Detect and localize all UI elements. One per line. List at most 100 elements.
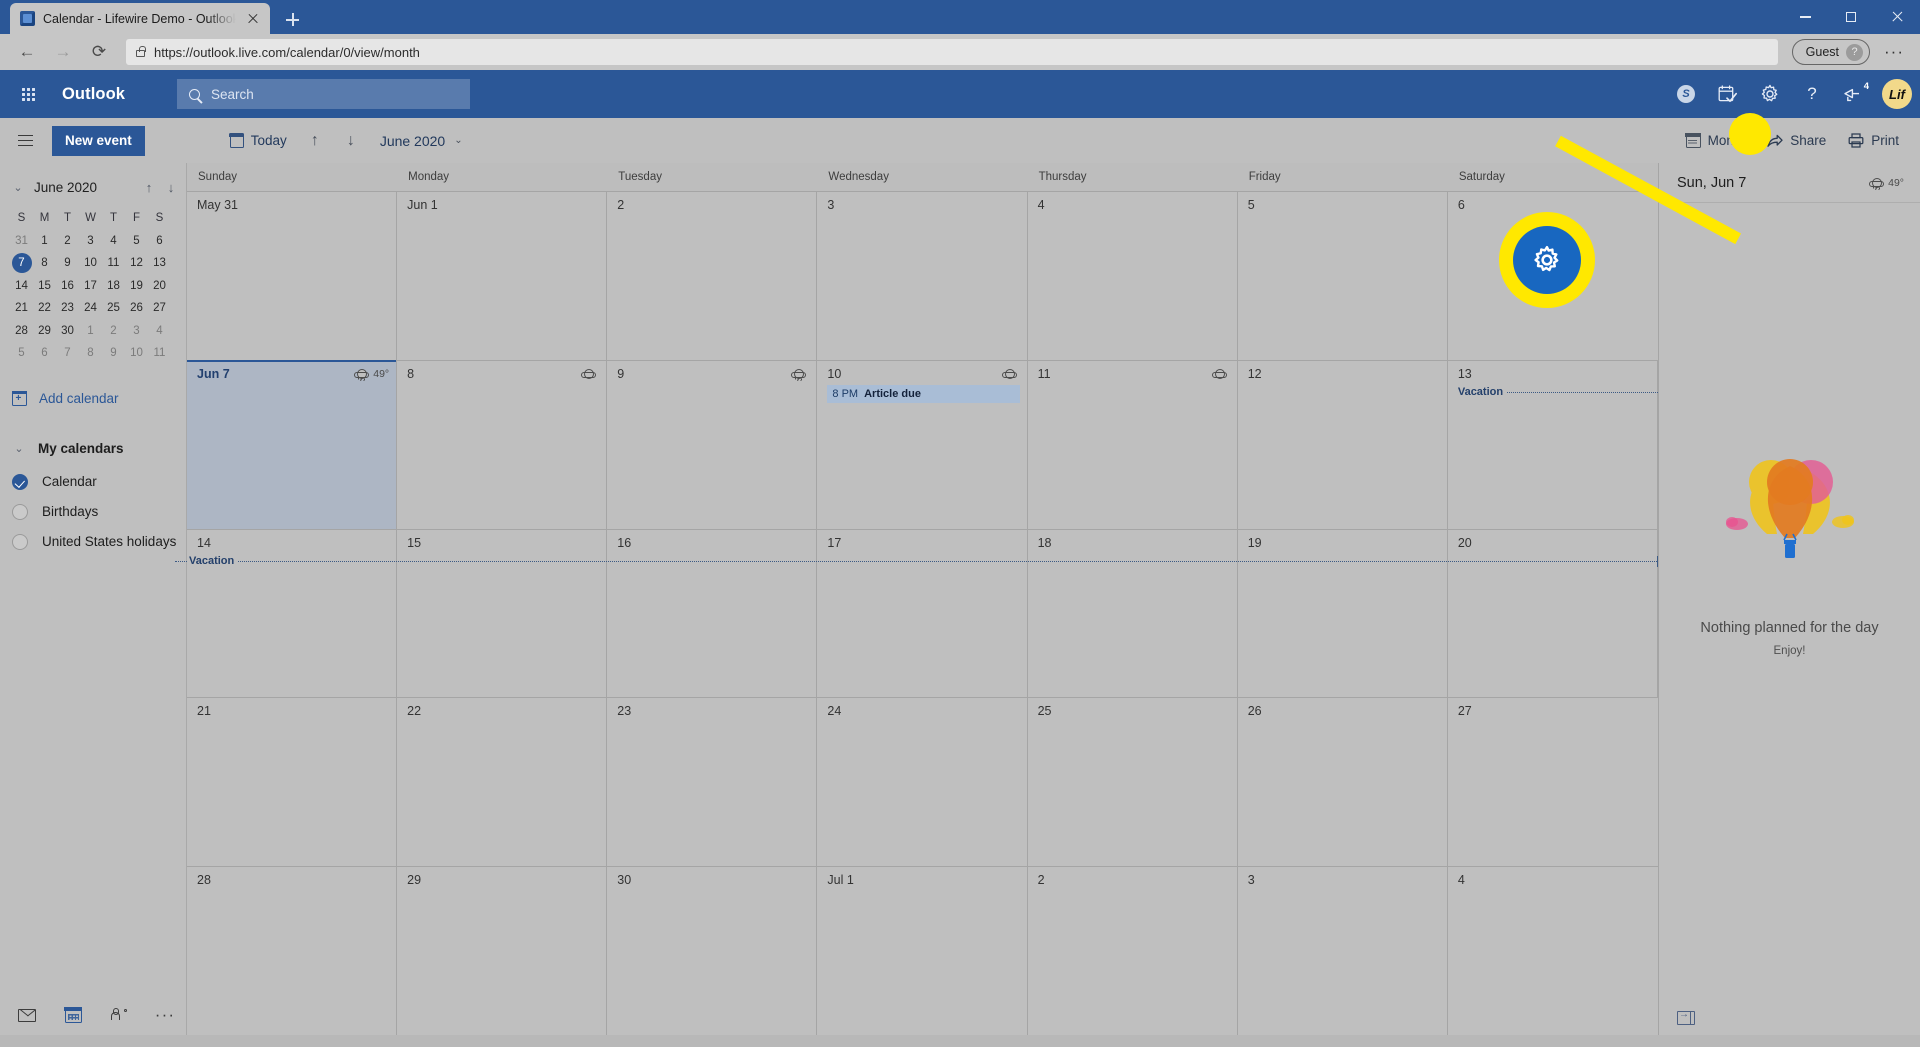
browser-menu-icon[interactable]: ···: [1880, 38, 1908, 66]
mini-calendar-day[interactable]: 17: [79, 275, 102, 298]
calendar-day-cell[interactable]: 30: [607, 867, 818, 1035]
mini-calendar-day[interactable]: 10: [125, 342, 148, 365]
mini-calendar-day[interactable]: 13: [148, 252, 171, 275]
mini-calendar-day[interactable]: 2: [102, 320, 125, 343]
calendar-icon[interactable]: [60, 1002, 86, 1028]
mini-calendar-day[interactable]: 26: [125, 297, 148, 320]
mini-calendar-day[interactable]: 1: [79, 320, 102, 343]
mini-calendar-day[interactable]: 31: [10, 230, 33, 253]
browser-tab[interactable]: Calendar - Lifewire Demo - Outlook: [10, 3, 270, 34]
mini-calendar-day[interactable]: 21: [10, 297, 33, 320]
mini-calendar-day[interactable]: 23: [56, 297, 79, 320]
calendar-day-cell[interactable]: 22: [397, 698, 608, 867]
mini-calendar-day[interactable]: 22: [33, 297, 56, 320]
mini-calendar-day[interactable]: 5: [10, 342, 33, 365]
mini-next-icon[interactable]: ↓: [160, 174, 182, 200]
calendar-day-cell[interactable]: 4: [1028, 192, 1238, 360]
mini-calendar-day[interactable]: 30: [56, 320, 79, 343]
mini-calendar-day[interactable]: 12: [125, 252, 148, 275]
add-calendar-button[interactable]: Add calendar: [0, 381, 186, 417]
menu-toggle-icon[interactable]: [5, 121, 45, 161]
calendar-check-icon[interactable]: [1708, 74, 1748, 114]
avatar[interactable]: Lif: [1882, 79, 1912, 109]
share-button[interactable]: Share: [1758, 125, 1835, 157]
mini-calendar-day[interactable]: 8: [33, 252, 56, 275]
calendar-day-cell[interactable]: 6: [1448, 192, 1658, 360]
calendar-day-cell[interactable]: 3: [1238, 867, 1448, 1035]
calendar-day-cell[interactable]: 12: [1211, 360, 1448, 529]
mini-calendar-today[interactable]: 7: [10, 252, 33, 275]
close-icon[interactable]: [244, 10, 262, 28]
view-switcher-month[interactable]: Month: [1677, 125, 1755, 157]
search-input[interactable]: Search: [177, 79, 471, 109]
calendar-day-cell[interactable]: 23: [607, 698, 818, 867]
settings-gear-icon[interactable]: [1750, 74, 1790, 114]
mini-calendar-day[interactable]: 7: [56, 342, 79, 365]
calendar-list-item[interactable]: Calendar: [0, 467, 186, 497]
calendar-day-cell[interactable]: 21: [187, 698, 398, 867]
checkbox-checked-icon[interactable]: [12, 473, 28, 490]
mini-calendar-day[interactable]: 9: [102, 342, 125, 365]
mini-calendar-day[interactable]: 16: [56, 275, 79, 298]
new-tab-button[interactable]: [278, 6, 306, 34]
calendar-day-cell[interactable]: 2: [607, 192, 818, 360]
mail-icon[interactable]: [14, 1002, 40, 1028]
print-button[interactable]: Print: [1839, 125, 1908, 157]
mini-calendar-day[interactable]: 5: [125, 230, 148, 253]
more-apps-icon[interactable]: ···: [152, 1002, 178, 1028]
calendar-day-cell[interactable]: 24: [817, 698, 1028, 867]
calendar-day-cell[interactable]: May 31: [187, 192, 398, 360]
all-day-event[interactable]: Vacation: [175, 554, 1658, 569]
reload-icon[interactable]: ⟳: [84, 37, 114, 67]
forward-icon[interactable]: →: [48, 37, 78, 67]
profile-button[interactable]: Guest ?: [1791, 39, 1870, 65]
calendar-day-cell[interactable]: 11: [1001, 360, 1238, 529]
mini-calendar-day[interactable]: 28: [10, 320, 33, 343]
mini-calendar-day[interactable]: 2: [56, 230, 79, 253]
mini-calendar-day[interactable]: 4: [102, 230, 125, 253]
all-day-event[interactable]: Vacation: [1448, 385, 1658, 400]
minimize-icon[interactable]: [1782, 0, 1828, 34]
previous-month-icon[interactable]: ↑: [298, 125, 332, 157]
calendar-day-cell-selected[interactable]: Jun 7 49°: [187, 359, 398, 529]
mini-calendar-day[interactable]: 10: [79, 252, 102, 275]
calendar-day-cell[interactable]: 10 8 PM Article due: [791, 360, 1028, 529]
checkbox-unchecked-icon[interactable]: [12, 533, 28, 550]
mini-calendar-day[interactable]: 15: [33, 275, 56, 298]
maximize-icon[interactable]: [1828, 0, 1874, 34]
help-icon[interactable]: ?: [1792, 74, 1832, 114]
mini-calendar-day[interactable]: 29: [33, 320, 56, 343]
new-event-button[interactable]: New event: [52, 125, 145, 156]
back-icon[interactable]: ←: [12, 37, 42, 67]
calendar-day-cell[interactable]: 4: [1448, 867, 1658, 1035]
calendar-day-cell[interactable]: 3: [817, 192, 1028, 360]
mini-calendar-day[interactable]: 4: [148, 320, 171, 343]
mini-calendar-title[interactable]: June 2020: [34, 180, 138, 195]
calendar-day-cell[interactable]: Jun 1: [397, 192, 608, 360]
mini-calendar-day[interactable]: 11: [148, 342, 171, 365]
skype-icon[interactable]: S: [1666, 74, 1706, 114]
mini-calendar-day[interactable]: 27: [148, 297, 171, 320]
mini-calendar-day[interactable]: 3: [125, 320, 148, 343]
people-icon[interactable]: [106, 1002, 132, 1028]
calendar-day-cell[interactable]: 27: [1448, 698, 1658, 866]
mini-calendar-day[interactable]: 20: [148, 275, 171, 298]
app-launcher-icon[interactable]: [8, 74, 48, 114]
calendar-day-cell[interactable]: Jul 1: [817, 867, 1028, 1035]
mini-calendar-day[interactable]: 9: [56, 252, 79, 275]
mini-calendar-day[interactable]: 6: [33, 342, 56, 365]
chevron-down-icon[interactable]: ⌄: [4, 173, 32, 201]
today-button[interactable]: Today: [221, 125, 296, 157]
address-bar[interactable]: https://outlook.live.com/calendar/0/view…: [126, 39, 1778, 65]
window-close-icon[interactable]: [1874, 0, 1920, 34]
mini-calendar-day[interactable]: 6: [148, 230, 171, 253]
mini-calendar-day[interactable]: 3: [79, 230, 102, 253]
calendar-day-cell[interactable]: 26: [1238, 698, 1448, 867]
chevron-down-icon[interactable]: ⌄: [454, 135, 462, 146]
calendar-day-cell[interactable]: 5: [1238, 192, 1448, 360]
mini-calendar-day[interactable]: 1: [33, 230, 56, 253]
mini-calendar-day[interactable]: 25: [102, 297, 125, 320]
mini-calendar-day[interactable]: 14: [10, 275, 33, 298]
calendar-day-cell[interactable]: 25: [1028, 698, 1238, 867]
calendar-list-item[interactable]: Birthdays: [0, 497, 186, 527]
